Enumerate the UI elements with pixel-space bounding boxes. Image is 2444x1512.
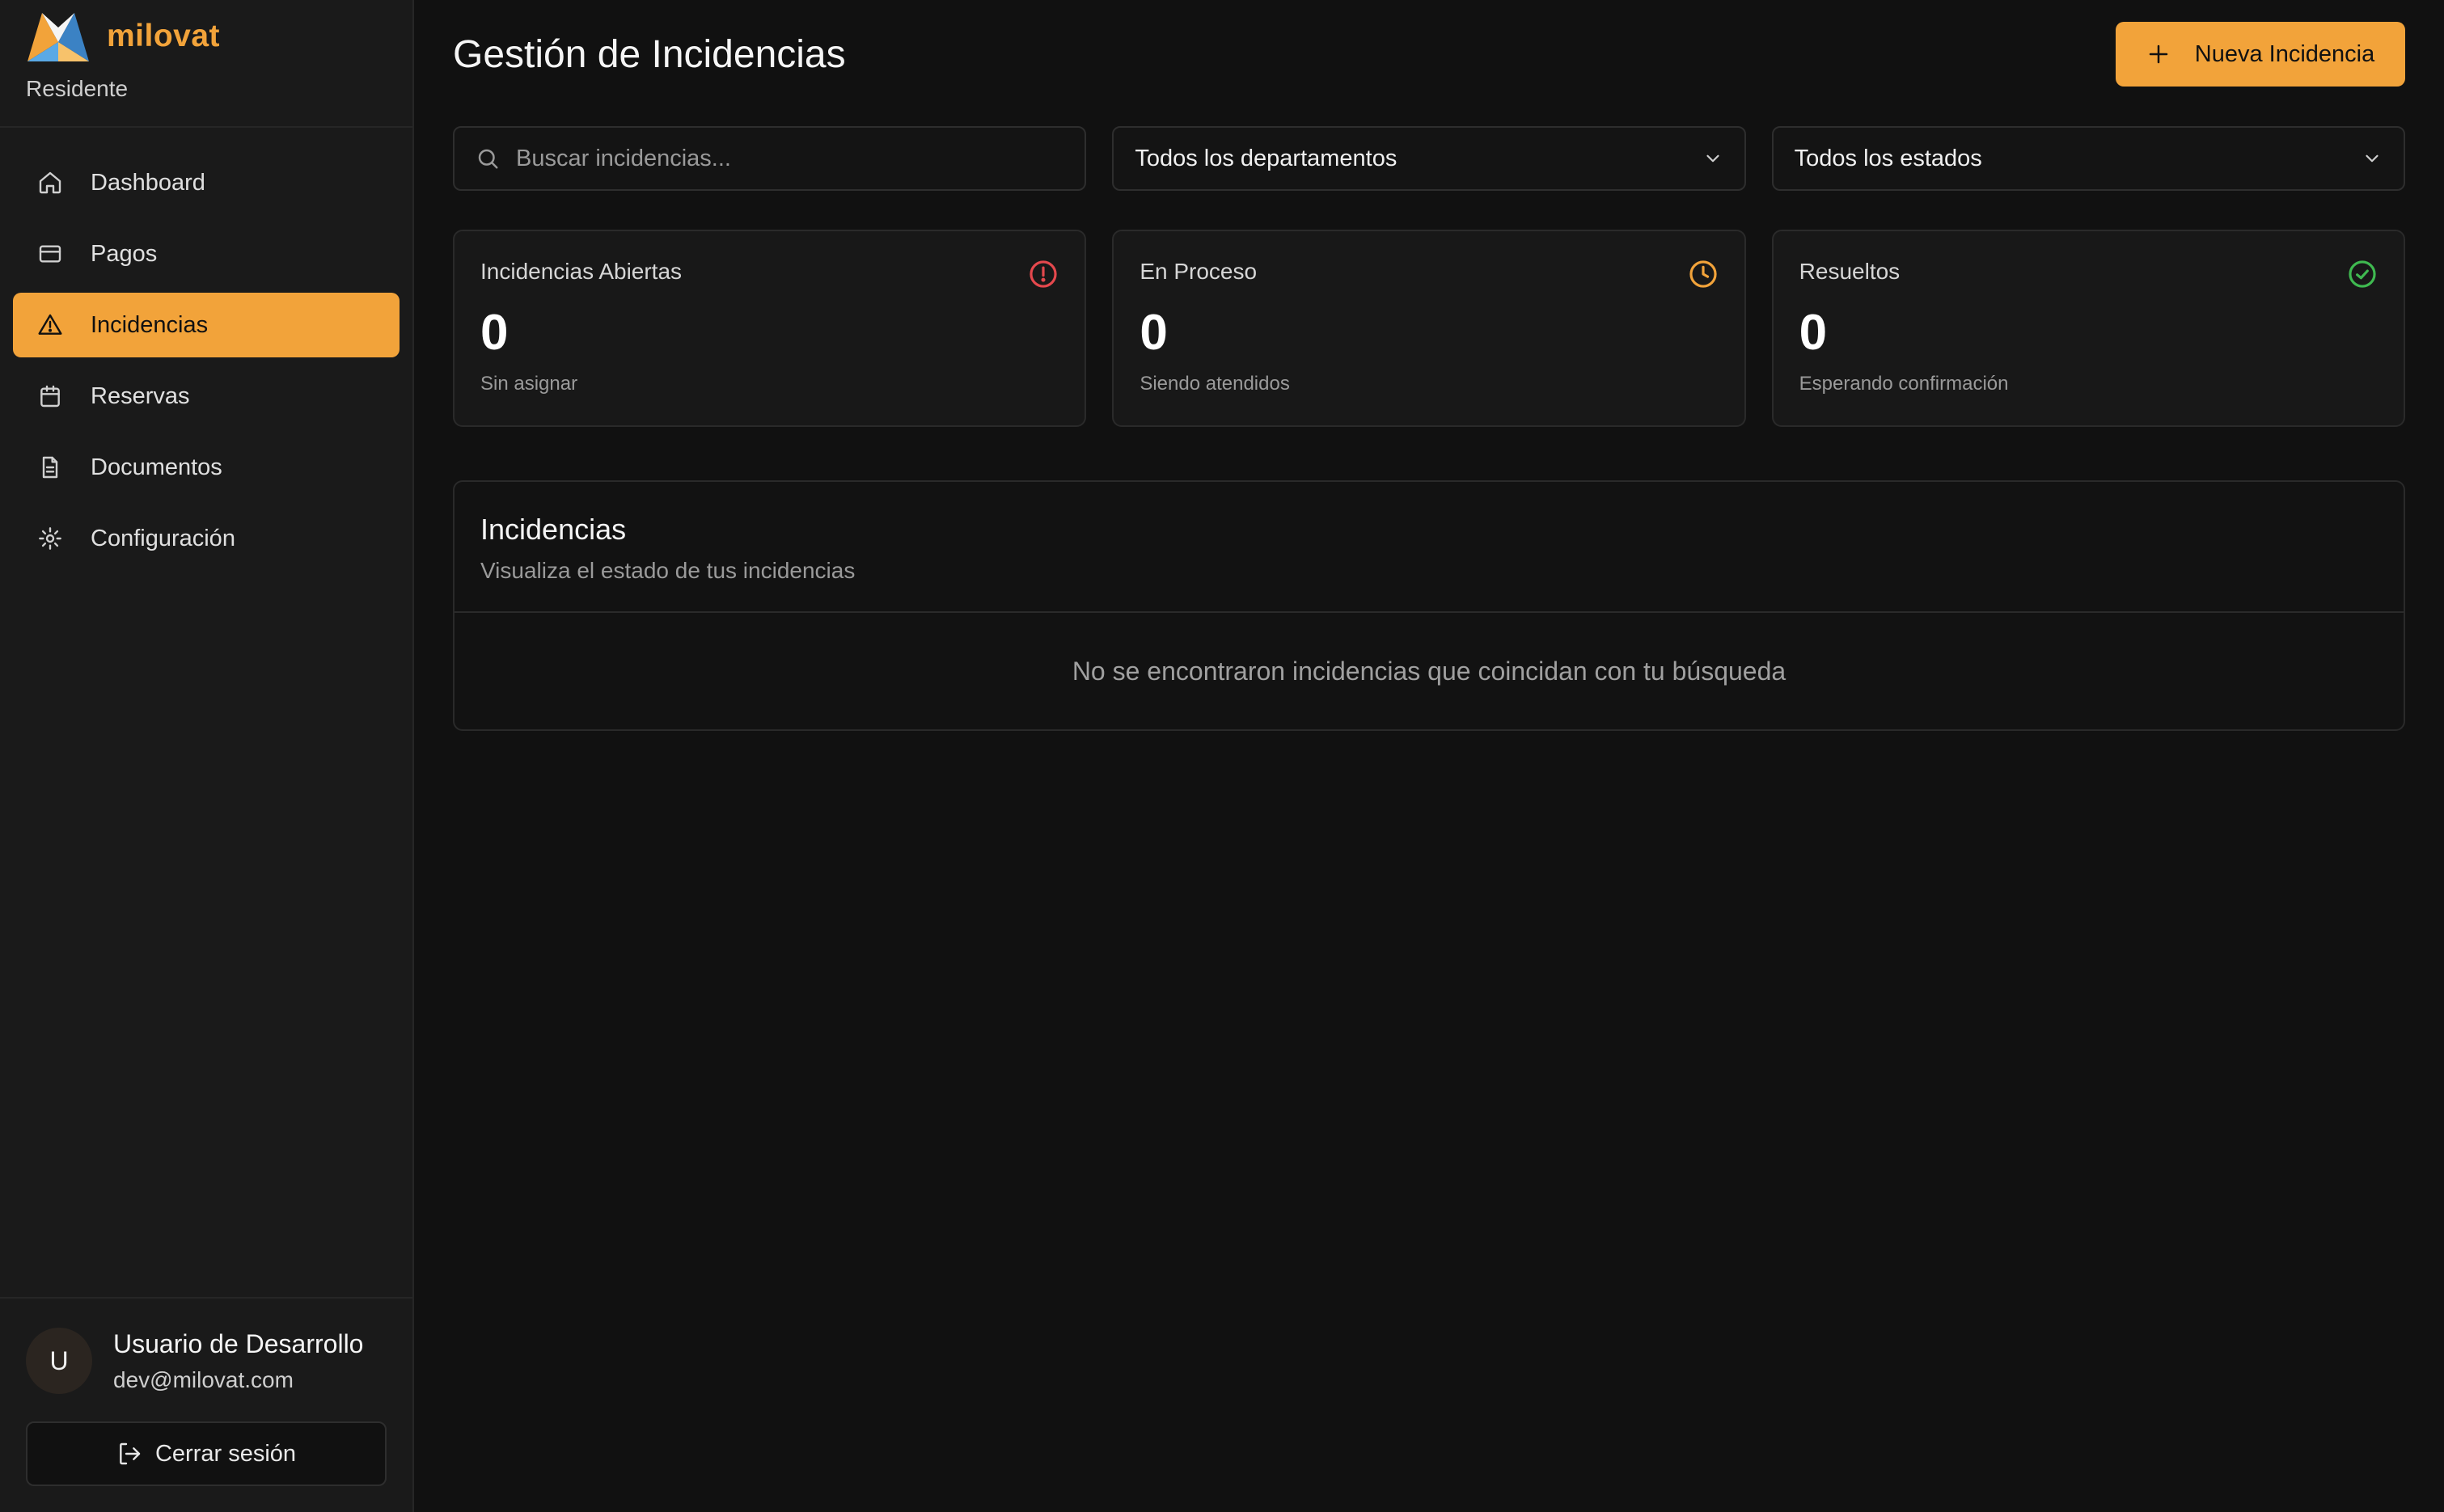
sidebar-item-label: Pagos [91, 240, 158, 267]
department-select[interactable]: Todos los departamentos [1112, 126, 1746, 191]
stat-value: 0 [480, 305, 509, 361]
alert-circle-icon [1030, 260, 1057, 288]
sidebar-item-label: Reservas [91, 382, 190, 409]
new-incident-label: Nueva Incidencia [2194, 40, 2375, 67]
brand-name: milovat [107, 19, 221, 53]
sidebar-item-label: Incidencias [91, 311, 209, 338]
page-header: Gestión de Incidencias Nueva Incidencia [453, 0, 2405, 108]
new-incident-button[interactable]: Nueva Incidencia [2116, 22, 2405, 87]
incidents-panel-subtitle: Visualiza el estado de tus incidencias [480, 558, 856, 583]
sidebar: milovat Residente Dashboard Pagos Incide… [0, 0, 414, 1512]
status-select-value: Todos los estados [1794, 145, 1982, 171]
sidebar-footer: U Usuario de Desarrollo dev@milovat.com … [0, 1297, 412, 1512]
search-icon [478, 149, 498, 169]
stat-card-open: Incidencias Abiertas 0 Sin asignar [453, 230, 1087, 427]
user-role: Residente [26, 76, 129, 101]
calendar-icon [40, 385, 60, 408]
sidebar-item-configuracion[interactable]: Configuración [13, 506, 400, 571]
sidebar-item-documentos[interactable]: Documentos [13, 435, 400, 500]
main-content: Gestión de Incidencias Nueva Incidencia … [414, 0, 2444, 1512]
search-placeholder: Buscar incidencias... [516, 145, 731, 171]
user-name: Usuario de Desarrollo [113, 1328, 364, 1358]
sidebar-item-incidencias[interactable]: Incidencias [13, 293, 400, 357]
stat-title: Resueltos [1799, 259, 1901, 284]
page-title: Gestión de Incidencias [453, 32, 846, 76]
avatar: U [26, 1328, 92, 1394]
stat-card-resolved: Resueltos 0 Esperando confirmación [1771, 230, 2405, 427]
logout-icon [120, 1442, 141, 1465]
sidebar-item-label: Documentos [91, 454, 222, 480]
empty-state-message: No se encontraron incidencias que coinci… [1072, 656, 1786, 686]
stat-value: 0 [1799, 305, 1828, 361]
clock-icon [1689, 260, 1717, 288]
chevron-down-icon [2366, 154, 2378, 163]
home-icon [39, 171, 61, 194]
gear-icon [39, 527, 61, 550]
user-email: dev@milovat.com [113, 1366, 294, 1392]
document-icon [42, 456, 58, 479]
sidebar-item-reservas[interactable]: Reservas [13, 364, 400, 429]
sidebar-item-label: Dashboard [91, 169, 205, 196]
sidebar-item-dashboard[interactable]: Dashboard [13, 150, 400, 215]
stat-value: 0 [1140, 305, 1168, 361]
app-root: milovat Residente Dashboard Pagos Incide… [0, 0, 2444, 1512]
logout-label: Cerrar sesión [154, 1440, 297, 1467]
brand: milovat Residente [0, 0, 412, 128]
stat-title: Incidencias Abiertas [480, 259, 683, 284]
plus-icon [2149, 44, 2167, 64]
stat-subtitle: Siendo atendidos [1140, 373, 1290, 395]
alert-triangle-icon [38, 314, 62, 335]
stat-card-in-progress: En Proceso 0 Siendo atendidos [1112, 230, 1746, 427]
user-info: Usuario de Desarrollo dev@milovat.com [113, 1329, 363, 1393]
sidebar-nav: Dashboard Pagos Incidencias Reservas Doc… [0, 128, 412, 1297]
stats-row: Incidencias Abiertas 0 Sin asignar En Pr… [453, 230, 2405, 427]
filters-bar: Buscar incidencias... Todos los departam… [453, 126, 2405, 191]
chevron-down-icon [1706, 154, 1719, 163]
department-select-value: Todos los departamentos [1135, 145, 1397, 171]
sidebar-item-label: Configuración [91, 525, 235, 551]
sidebar-item-pagos[interactable]: Pagos [13, 222, 400, 286]
status-select[interactable]: Todos los estados [1771, 126, 2405, 191]
milovat-logo-icon [27, 13, 89, 61]
check-circle-icon [2349, 260, 2376, 288]
search-input[interactable]: Buscar incidencias... [453, 126, 1087, 191]
incidents-panel-header: Incidencias Visualiza el estado de tus i… [455, 482, 2404, 613]
credit-card-icon [39, 245, 61, 263]
user-profile: U Usuario de Desarrollo dev@milovat.com [26, 1328, 387, 1394]
logout-button[interactable]: Cerrar sesión [26, 1421, 387, 1486]
stat-title: En Proceso [1140, 259, 1258, 284]
brand-row: milovat [26, 8, 387, 65]
incidents-panel-title: Incidencias [480, 513, 627, 546]
incidents-panel: Incidencias Visualiza el estado de tus i… [453, 480, 2405, 731]
stat-subtitle: Esperando confirmación [1799, 373, 2009, 395]
stat-subtitle: Sin asignar [480, 373, 578, 395]
